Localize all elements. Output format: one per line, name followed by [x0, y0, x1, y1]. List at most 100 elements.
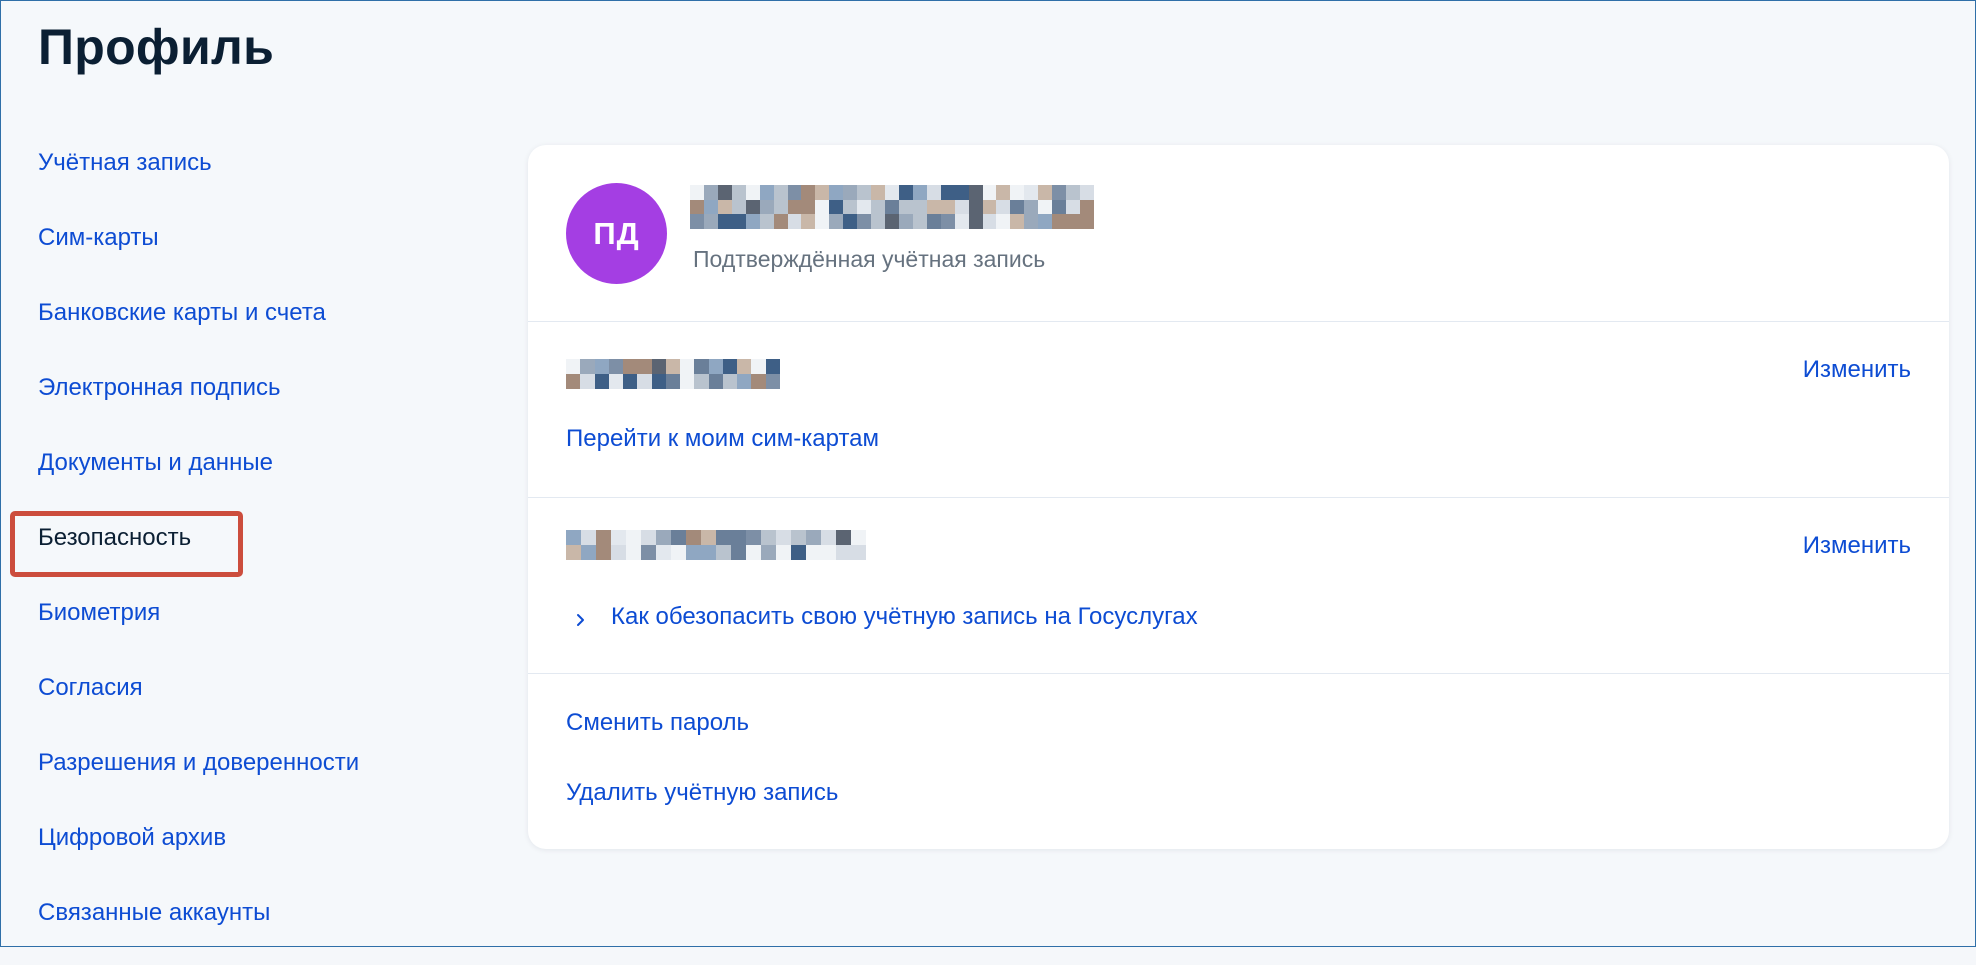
redaction-pixel [626, 545, 641, 560]
redaction-pixel [722, 374, 738, 389]
redaction-pixel [761, 545, 776, 560]
redaction-pixel [815, 214, 830, 229]
sidebar-item-bank-cards[interactable]: Банковские карты и счета [38, 290, 478, 365]
redaction-pixel [708, 359, 723, 374]
redaction-pixel [722, 359, 738, 374]
redaction-pixel [1080, 199, 1094, 215]
redaction-pixel [871, 214, 886, 229]
sidebar-item-permissions[interactable]: Разрешения и доверенности [38, 740, 478, 815]
account-status: Подтверждённая учётная запись [693, 246, 1046, 272]
redaction-pixel [1080, 214, 1094, 229]
redaction-pixel [765, 359, 780, 374]
redaction-pixel [717, 199, 732, 215]
redaction-pixel [761, 530, 776, 545]
redaction-pixel [746, 545, 761, 560]
sidebar-item-biometrics[interactable]: Биометрия [38, 590, 478, 665]
redaction-pixel [773, 214, 788, 229]
change-password-link[interactable]: Сменить пароль [566, 709, 749, 737]
sidebar-item-sim-cards[interactable]: Сим-карты [38, 215, 478, 290]
redaction-pixel [703, 185, 718, 200]
redaction-pixel [1066, 185, 1081, 200]
redaction-pixel [745, 185, 760, 200]
phone-section: Изменить Перейти к моим сим-картам [528, 321, 1949, 498]
phone-redacted [566, 359, 780, 389]
redaction-pixel [954, 199, 969, 215]
redaction-pixel [751, 359, 766, 374]
redaction-pixel [566, 359, 581, 374]
redaction-pixel [690, 185, 704, 200]
redaction-pixel [759, 199, 774, 215]
redaction-pixel [829, 185, 844, 200]
redaction-pixel [1038, 214, 1053, 229]
redaction-pixel [912, 214, 927, 229]
redaction-pixel [608, 359, 624, 374]
redaction-pixel [801, 214, 816, 229]
redaction-pixel [791, 545, 806, 560]
highlight-box [10, 511, 243, 577]
redaction-pixel [731, 185, 746, 200]
sidebar-item-linked-accounts[interactable]: Связанные аккаунты [38, 890, 478, 965]
sidebar-item-documents[interactable]: Документы и данные [38, 440, 478, 515]
redaction-pixel [637, 359, 652, 374]
redaction-pixel [751, 374, 766, 389]
redaction-pixel [898, 199, 913, 215]
redaction-pixel [745, 199, 760, 215]
redaction-pixel [759, 214, 774, 229]
redaction-pixel [566, 545, 581, 560]
redaction-pixel [566, 374, 581, 389]
redaction-pixel [731, 199, 746, 215]
user-name-redacted [690, 185, 1094, 229]
redaction-pixel [996, 185, 1011, 200]
redaction-pixel [787, 185, 802, 200]
redaction-pixel [623, 374, 638, 389]
redaction-pixel [787, 214, 802, 229]
redaction-pixel [731, 530, 746, 545]
sidebar-item-digital-archive[interactable]: Цифровой архив [38, 815, 478, 890]
sidebar-item-e-signature[interactable]: Электронная подпись [38, 365, 478, 440]
change-phone-button[interactable]: Изменить [1803, 356, 1911, 384]
redaction-pixel [857, 185, 872, 200]
redaction-pixel [898, 185, 913, 200]
redaction-pixel [801, 199, 816, 215]
redaction-pixel [898, 214, 913, 229]
redaction-pixel [926, 185, 941, 200]
sidebar-item-consents[interactable]: Согласия [38, 665, 478, 740]
redaction-pixel [791, 530, 806, 545]
redaction-pixel [651, 374, 666, 389]
redaction-pixel [1080, 185, 1094, 200]
redaction-pixel [1024, 199, 1039, 215]
redaction-pixel [716, 545, 731, 560]
redaction-pixel [1010, 199, 1025, 215]
redaction-pixel [821, 530, 836, 545]
chevron-right-icon[interactable] [574, 613, 588, 627]
redaction-pixel [843, 214, 858, 229]
redaction-pixel [806, 530, 821, 545]
sidebar-item-account[interactable]: Учётная запись [38, 140, 478, 215]
redaction-pixel [1010, 185, 1025, 200]
redaction-pixel [580, 359, 595, 374]
redaction-pixel [776, 530, 791, 545]
redaction-pixel [690, 199, 704, 215]
redaction-pixel [954, 214, 969, 229]
redaction-pixel [703, 214, 718, 229]
redaction-pixel [686, 530, 701, 545]
email-section: Изменить Как обезопасить свою учётную за… [528, 497, 1949, 674]
redaction-pixel [815, 185, 830, 200]
redaction-pixel [737, 359, 752, 374]
sim-cards-link[interactable]: Перейти к моим сим-картам [566, 425, 879, 453]
redaction-pixel [954, 185, 969, 200]
redaction-pixel [641, 530, 656, 545]
delete-account-link[interactable]: Удалить учётную запись [566, 779, 838, 807]
security-tips-link[interactable]: Как обезопасить свою учётную запись на Г… [611, 603, 1198, 631]
redaction-pixel [581, 530, 596, 545]
redaction-pixel [857, 199, 872, 215]
redaction-pixel [717, 185, 732, 200]
redaction-pixel [594, 359, 609, 374]
redaction-pixel [665, 374, 681, 389]
redaction-pixel [821, 545, 836, 560]
redaction-pixel [851, 530, 866, 545]
redaction-pixel [717, 214, 732, 229]
redaction-pixel [851, 545, 866, 560]
change-email-button[interactable]: Изменить [1803, 532, 1911, 560]
redaction-pixel [843, 199, 858, 215]
